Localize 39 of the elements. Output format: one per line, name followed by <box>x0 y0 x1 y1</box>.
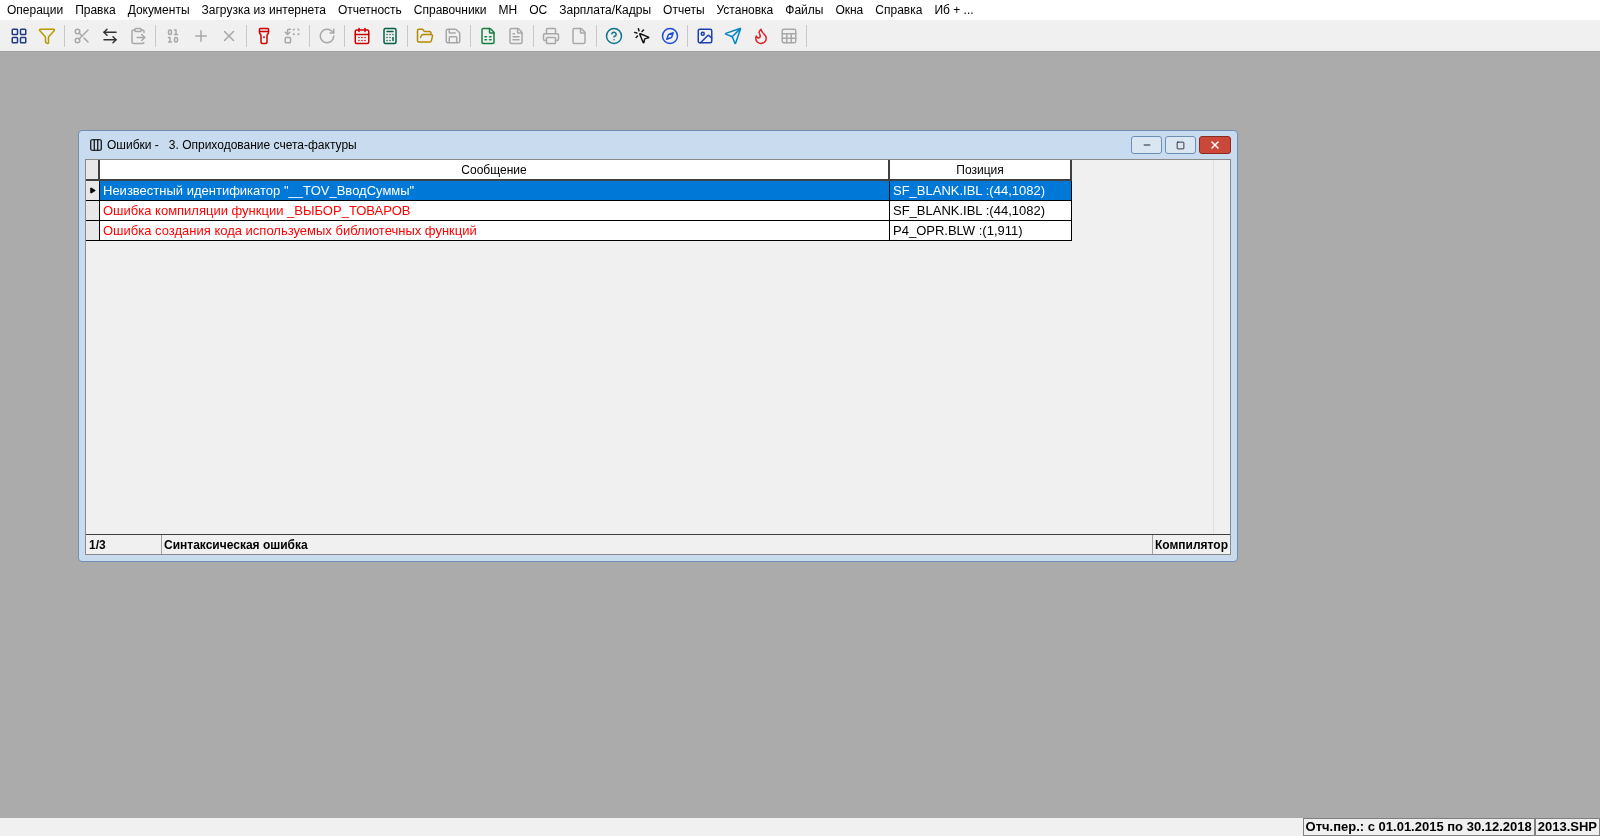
table-cell: SF_BLANK.IBL :(44,1082) <box>890 181 1072 201</box>
status-panel: Отч.пер.: с 01.01.2015 по 30.12.2018 <box>1302 818 1535 836</box>
record-counter: 1/3 <box>86 535 162 554</box>
menu-item[interactable]: Отчетность <box>332 1 407 19</box>
menu-item[interactable]: Иб + ... <box>929 1 979 19</box>
table-cell: Ошибка компиляции функции _ВЫБОР_ТОВАРОВ <box>100 201 890 221</box>
table-cell: P4_OPR.BLW :(1,911) <box>890 221 1072 241</box>
menu-item[interactable]: Справочники <box>408 1 492 19</box>
column-header[interactable]: Позиция <box>890 160 1072 181</box>
error-source: Компилятор <box>1152 535 1230 554</box>
menu-item[interactable]: Файлы <box>780 1 829 19</box>
menu-item[interactable]: Окна <box>830 1 869 19</box>
row-indicator[interactable] <box>86 201 100 221</box>
table-cell: Ошибка создания кода используемых библиотечных функций <box>100 221 890 241</box>
menu-item[interactable]: Правка <box>70 1 121 19</box>
close-button[interactable] <box>1199 136 1231 154</box>
menu-item[interactable]: Операции <box>2 1 69 19</box>
menu-item[interactable]: Загрузка из интернета <box>196 1 331 19</box>
status-panel: 2013.SHP <box>1534 818 1600 836</box>
table-cell: SF_BLANK.IBL :(44,1082) <box>890 201 1072 221</box>
table-cell: Неизвестный идентификатор "__TOV_ВводСуммы" <box>100 181 890 201</box>
menu-item[interactable]: Зарплата/Кадры <box>554 1 657 19</box>
row-indicator[interactable] <box>86 181 100 201</box>
minimize-button[interactable] <box>1131 136 1162 154</box>
column-header[interactable]: Сообщение <box>100 160 890 181</box>
row-indicator[interactable] <box>86 221 100 241</box>
close-icon <box>1209 139 1221 151</box>
error-type: Синтаксическая ошибка <box>163 536 309 554</box>
restore-icon <box>1176 140 1185 150</box>
restore-button[interactable] <box>1165 136 1196 154</box>
row-pointer-icon <box>89 187 96 194</box>
menu-item[interactable]: Установка <box>711 1 779 19</box>
menu-item[interactable]: Справка <box>870 1 928 19</box>
menu-item[interactable]: ОС <box>524 1 553 19</box>
menu-item[interactable]: Отчеты <box>658 1 710 19</box>
window-title: Ошибки - 3. Оприходование счета-фактуры <box>107 137 357 154</box>
menu-item[interactable]: Документы <box>122 1 195 19</box>
menu-item[interactable]: МН <box>493 1 523 19</box>
window-icon <box>89 138 103 152</box>
